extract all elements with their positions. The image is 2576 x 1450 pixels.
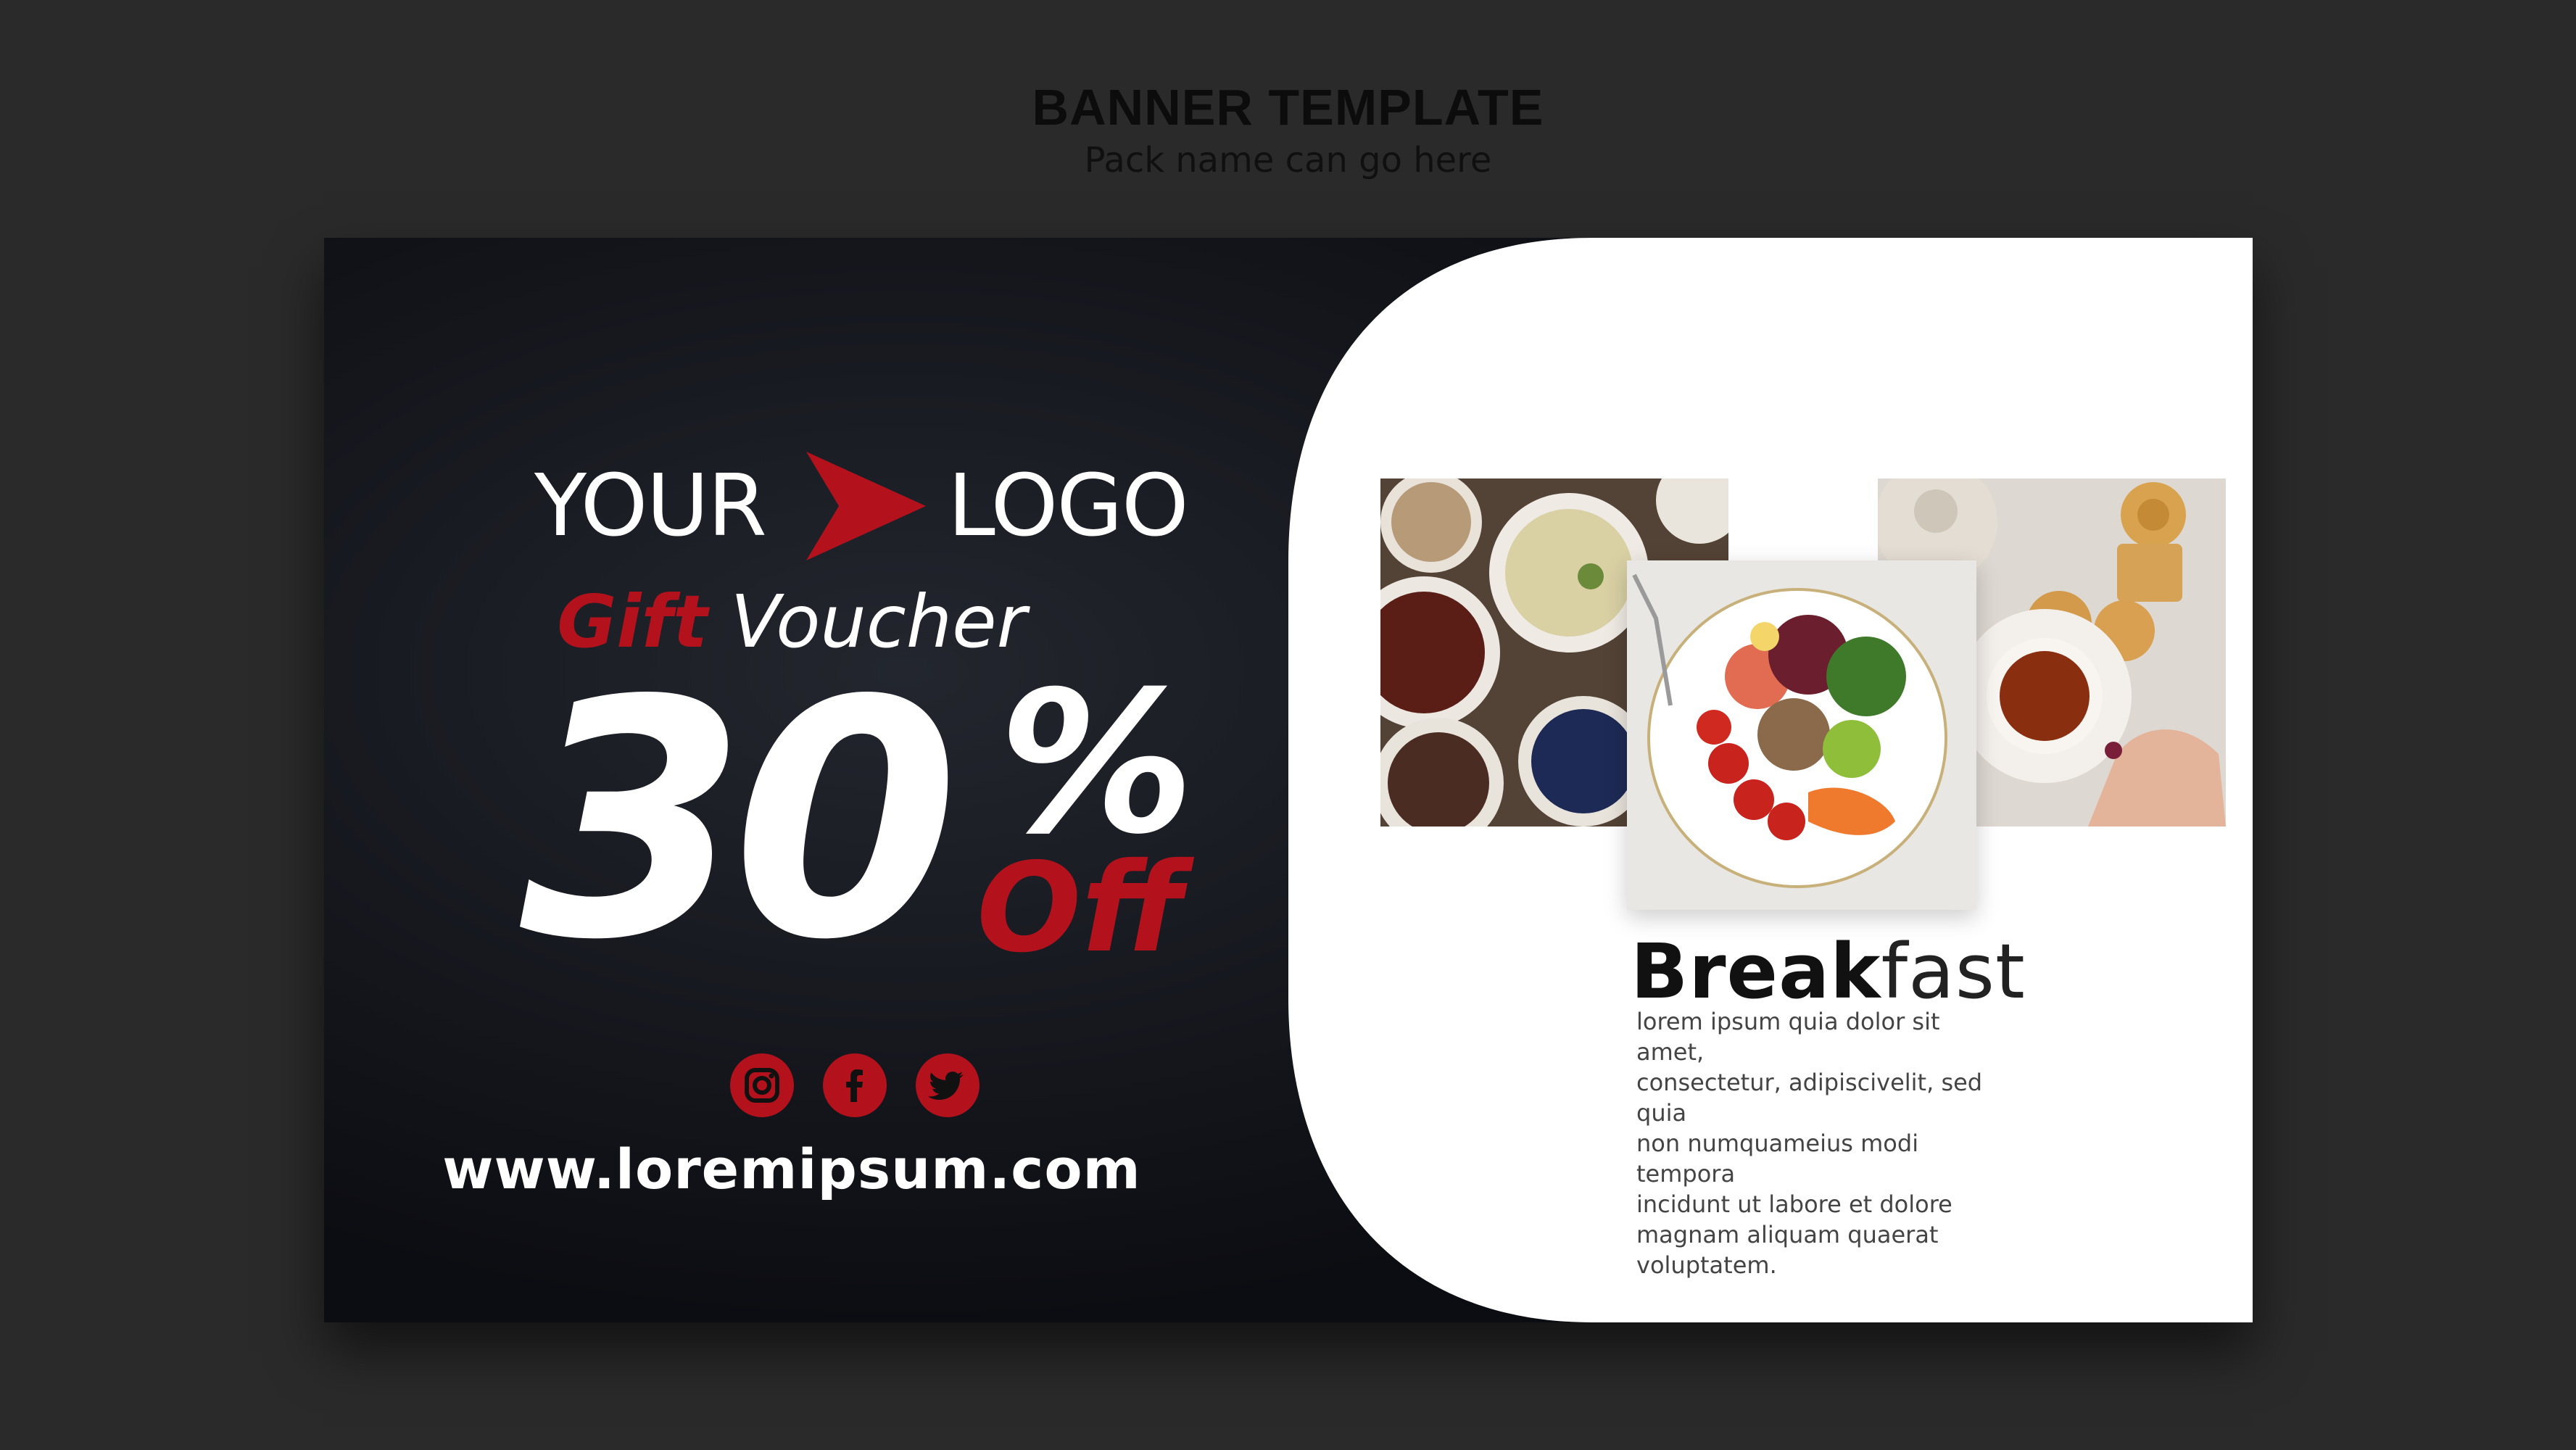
caption-body: lorem ipsum quia dolor sit amet, consect…: [1636, 1008, 1983, 1279]
salad-photo: [1627, 560, 1976, 910]
logo-right-word: LOGO: [948, 455, 1189, 555]
discount-off: Off: [977, 837, 1185, 980]
banner: YOUR LOGO Gift Voucher 30 % Off www.lore…: [324, 238, 2253, 1322]
social-links: [730, 1053, 1006, 1119]
header-subtitle: Pack name can go here: [1084, 140, 1492, 181]
caption-title: Breakfast: [1631, 934, 2026, 1009]
facebook-icon[interactable]: [823, 1053, 887, 1117]
logo: YOUR LOGO: [324, 448, 1267, 564]
logo-left-word: YOUR: [534, 455, 767, 555]
twitter-icon[interactable]: [916, 1053, 980, 1117]
header-title: BANNER TEMPLATE: [1032, 79, 1544, 136]
instagram-icon[interactable]: [730, 1053, 794, 1117]
caption-title-thin: fast: [1881, 927, 2026, 1016]
logo-arrow-icon: [806, 452, 926, 560]
discount-percent: %: [998, 649, 1195, 877]
caption-title-bold: Break: [1631, 927, 1881, 1016]
website-link[interactable]: www.loremipsum.com: [324, 1137, 1259, 1201]
discount-number: 30: [520, 631, 959, 1011]
